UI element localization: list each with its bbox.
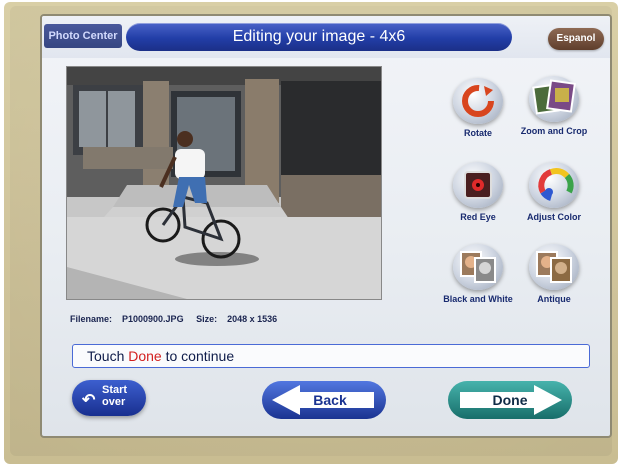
black-white-label: Black and White xyxy=(443,294,513,304)
start-over-line2: over xyxy=(102,396,126,408)
page-title: Editing your image - 4x6 xyxy=(126,23,512,51)
done-label: Done xyxy=(492,392,528,408)
black-white-icon xyxy=(453,244,503,290)
start-over-label: Start over xyxy=(102,384,127,408)
adjust-color-tool[interactable]: Adjust Color xyxy=(514,162,594,222)
antique-icon xyxy=(529,244,579,290)
antique-label: Antique xyxy=(537,294,571,304)
instruction-suffix: to continue xyxy=(161,348,235,364)
instruction-highlight: Done xyxy=(128,348,162,364)
filename-label: Filename: xyxy=(70,314,113,324)
red-eye-tool[interactable]: Red Eye xyxy=(438,162,518,222)
zoom-crop-tool[interactable]: Zoom and Crop xyxy=(514,76,594,136)
start-over-button[interactable]: ↶ Start over xyxy=(72,380,146,416)
start-over-line1: Start xyxy=(102,384,128,396)
touch-screen: Photo Center Editing your image - 4x6 Es… xyxy=(40,14,612,438)
photo-illustration xyxy=(67,67,381,299)
rotate-label: Rotate xyxy=(463,128,492,138)
header: Photo Center Editing your image - 4x6 Es… xyxy=(42,16,610,58)
size-label: Size: xyxy=(196,314,218,324)
file-info: Filename: P1000900.JPG Size: 2048 x 1536 xyxy=(70,314,287,324)
filename-value: P1000900.JPG xyxy=(122,314,184,324)
instruction-bar: Touch Done to continue xyxy=(72,344,590,368)
undo-arrow-icon: ↶ xyxy=(82,392,96,409)
zoom-crop-icon xyxy=(529,76,579,122)
brand-logo: Photo Center xyxy=(44,24,122,48)
done-button[interactable]: Done xyxy=(446,379,574,421)
language-button[interactable]: Espanol xyxy=(548,28,604,50)
antique-tool[interactable]: Antique xyxy=(514,244,594,304)
rotate-icon xyxy=(453,78,503,124)
color-wheel-icon xyxy=(529,162,579,208)
instruction-prefix: Touch xyxy=(87,348,129,364)
size-value: 2048 x 1536 xyxy=(227,314,278,324)
red-eye-icon xyxy=(453,162,503,208)
image-preview xyxy=(66,66,382,300)
zoom-crop-label: Zoom and Crop xyxy=(520,126,588,136)
red-eye-label: Red Eye xyxy=(460,212,496,222)
back-button[interactable]: Back xyxy=(260,379,388,421)
adjust-color-label: Adjust Color xyxy=(527,212,581,222)
black-white-tool[interactable]: Black and White xyxy=(438,244,518,304)
back-label: Back xyxy=(313,392,347,408)
rotate-tool[interactable]: Rotate xyxy=(438,78,518,138)
